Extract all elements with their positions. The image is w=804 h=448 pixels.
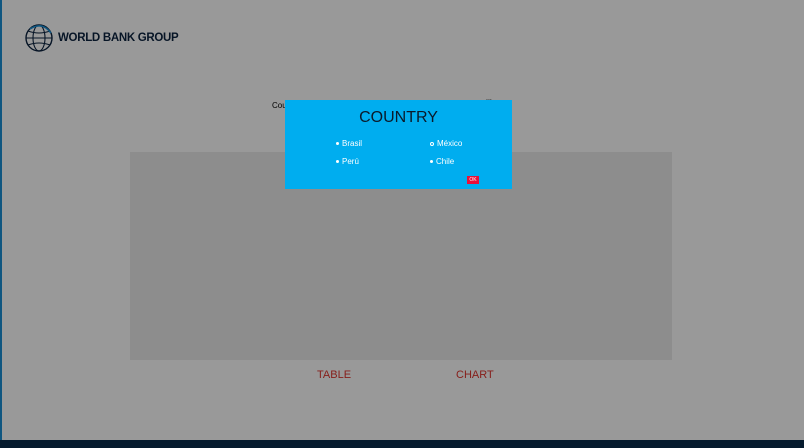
radio-empty-icon (430, 141, 434, 146)
ok-button[interactable]: OK (467, 176, 479, 184)
radio-dot-icon (336, 142, 339, 145)
radio-dot-icon (336, 160, 339, 163)
option-peru[interactable]: Perú (336, 157, 359, 166)
radio-dot-icon (430, 160, 433, 163)
option-label: Brasil (342, 139, 363, 148)
country-dialog: COUNTRY Brasil México Perú Chile OK (285, 100, 512, 189)
option-label: Perú (342, 157, 359, 166)
option-mexico[interactable]: México (430, 139, 462, 148)
option-chile[interactable]: Chile (430, 157, 454, 166)
dialog-title: COUNTRY (359, 109, 438, 126)
option-label: Chile (436, 157, 455, 166)
option-brasil[interactable]: Brasil (336, 139, 362, 148)
option-label: México (437, 139, 463, 148)
modal-overlay[interactable] (0, 0, 804, 448)
